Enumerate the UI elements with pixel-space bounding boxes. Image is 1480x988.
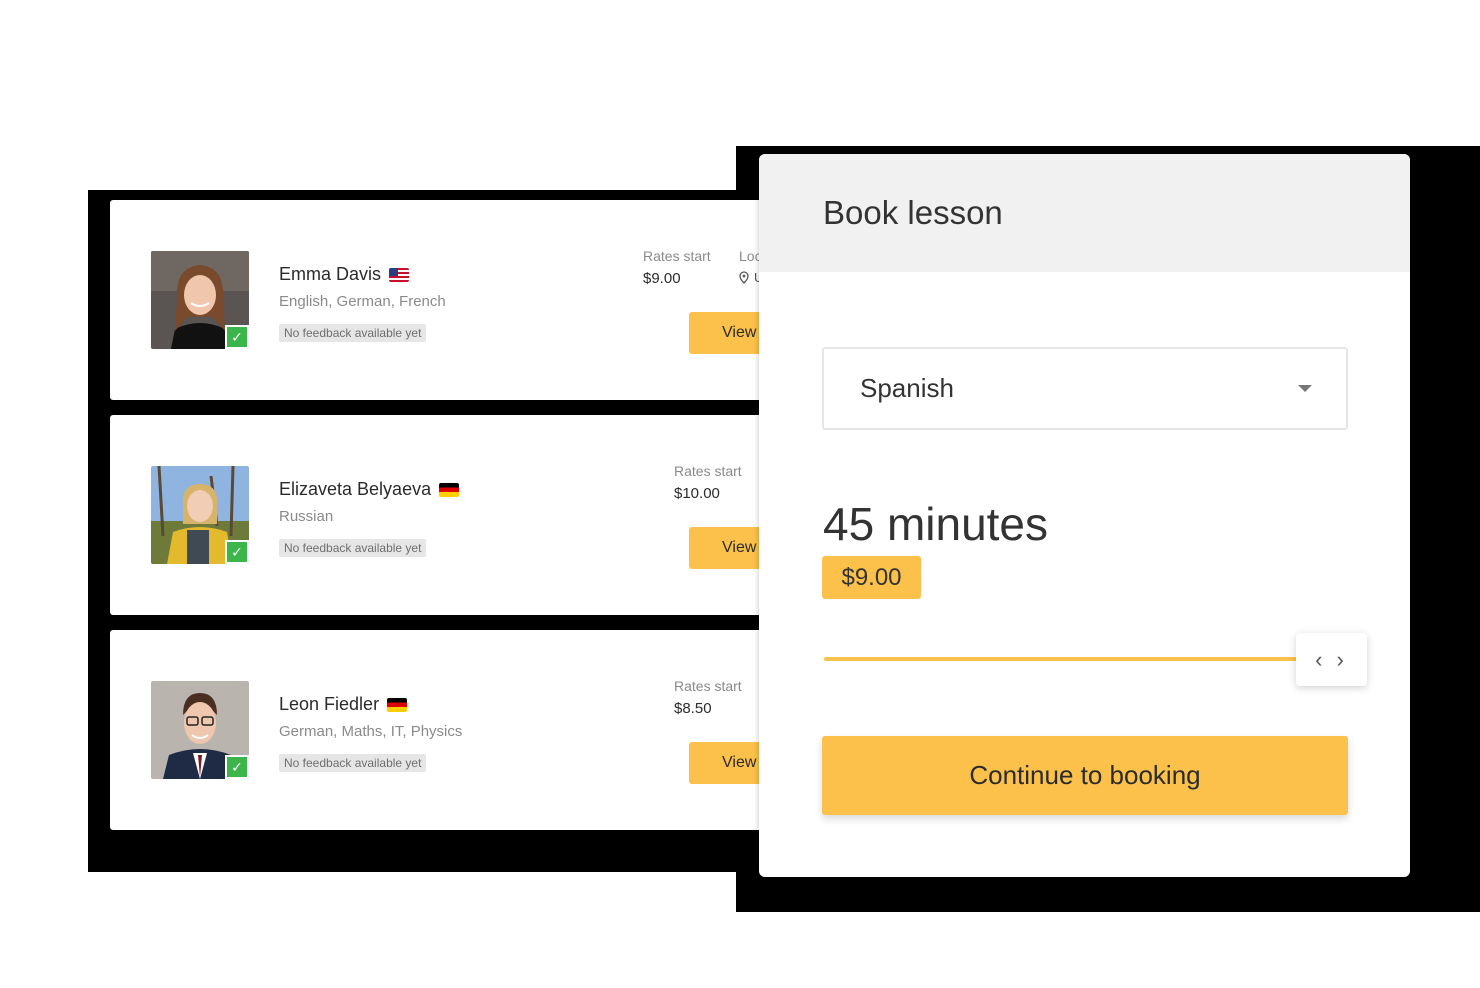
rates-label: Rates start [674,678,742,694]
panel-title: Book lesson [823,194,1003,231]
check-icon: ✓ [225,325,249,349]
avatar: ✓ [151,251,249,349]
check-icon: ✓ [225,540,249,564]
selected-language: Spanish [860,373,954,403]
tutor-name[interactable]: Leon Fiedler [279,694,408,715]
book-lesson-panel: Book lesson Spanish 45 minutes $9.00 ‹ ›… [759,154,1410,877]
panel-header: Book lesson [759,154,1410,272]
tutor-subjects: German, Maths, IT, Physics [279,723,463,740]
rate-value: $10.00 [674,485,720,502]
rate-value: $9.00 [643,270,681,287]
tutor-name[interactable]: Emma Davis [279,264,410,285]
slider-handle[interactable]: ‹ › [1296,633,1367,686]
view-button[interactable]: View [689,312,770,354]
feedback-badge: No feedback available yet [279,324,427,342]
continue-button[interactable]: Continue to booking [822,736,1348,815]
rates-label: Rates start [674,463,742,479]
price-badge: $9.00 [822,556,921,599]
chevron-down-icon [1298,385,1312,392]
tutor-name[interactable]: Elizaveta Belyaeva [279,479,460,500]
tutor-subjects: Russian [279,508,334,525]
view-button[interactable]: View [689,527,770,569]
code-arrows-icon: ‹ › [1315,646,1348,672]
duration-slider-track[interactable] [824,657,1297,661]
tutor-card: ✓ Elizaveta Belyaeva Russian No feedback… [110,415,770,615]
feedback-badge: No feedback available yet [279,754,427,772]
check-icon: ✓ [225,755,249,779]
map-pin-icon [739,271,749,284]
feedback-badge: No feedback available yet [279,539,427,557]
view-button[interactable]: View [689,742,770,784]
language-select[interactable]: Spanish [822,347,1348,430]
tutor-card: ✓ Emma Davis English, German, French No … [110,200,770,400]
avatar: ✓ [151,466,249,564]
avatar: ✓ [151,681,249,779]
rate-value: $8.50 [674,700,712,717]
tutor-card: ✓ Leon Fiedler German, Maths, IT, Physic… [110,630,770,830]
lesson-duration: 45 minutes [823,498,1049,550]
rates-label: Rates start [643,248,711,264]
germany-flag-icon [387,697,408,712]
germany-flag-icon [439,482,460,497]
tutor-subjects: English, German, French [279,293,446,310]
us-flag-icon [389,267,410,282]
